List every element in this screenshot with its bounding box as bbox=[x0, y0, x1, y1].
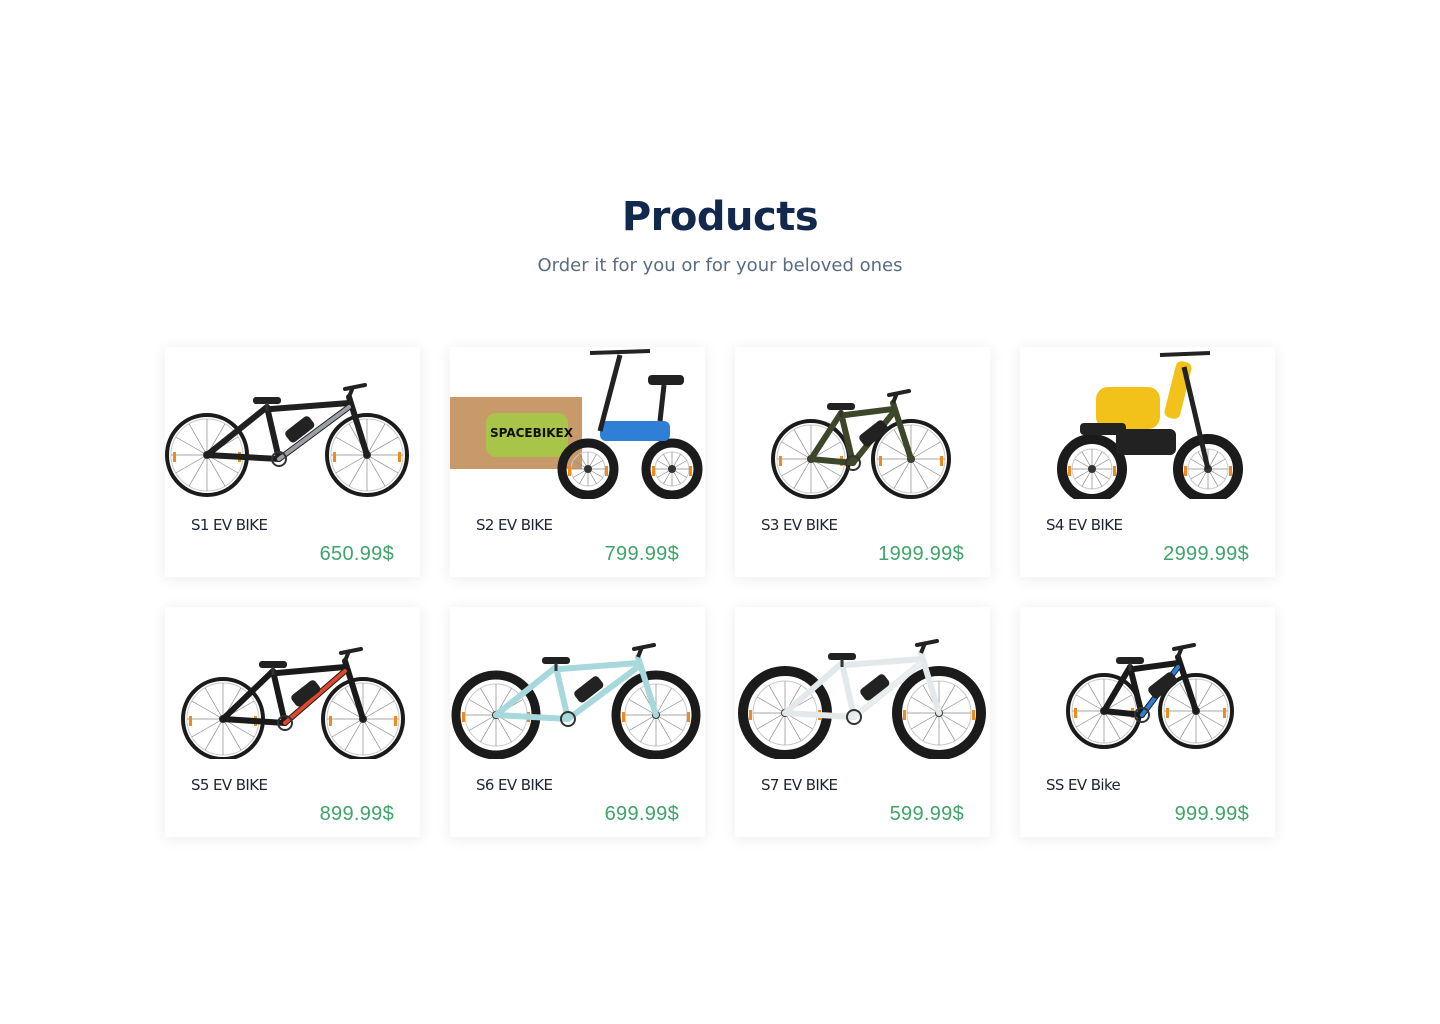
product-image[interactable] bbox=[450, 607, 705, 759]
product-name: S2 EV BIKE bbox=[476, 516, 553, 534]
product-card[interactable]: S1 EV BIKE 650.99$ bbox=[165, 347, 420, 577]
product-name: S7 EV BIKE bbox=[761, 776, 838, 794]
product-card[interactable]: S4 EV BIKE 2999.99$ bbox=[1020, 347, 1275, 577]
product-image[interactable] bbox=[1020, 607, 1275, 759]
section-subtitle: Order it for you or for your beloved one… bbox=[537, 255, 903, 276]
product-image[interactable] bbox=[1020, 347, 1275, 499]
ev-mountain-bike-silver-icon bbox=[165, 347, 420, 499]
product-image[interactable] bbox=[735, 347, 990, 499]
product-name: S6 EV BIKE bbox=[476, 776, 553, 794]
product-card[interactable]: S5 EV BIKE 899.99$ bbox=[165, 607, 420, 837]
ev-fat-tire-bike-white-icon bbox=[735, 607, 990, 759]
product-name: S5 EV BIKE bbox=[191, 776, 268, 794]
product-name: SS EV Bike bbox=[1046, 776, 1121, 794]
product-price: 799.99$ bbox=[604, 543, 679, 565]
product-price: 650.99$ bbox=[319, 543, 394, 565]
section-title: Products bbox=[621, 194, 819, 240]
product-card[interactable]: S6 EV BIKE 699.99$ bbox=[450, 607, 705, 837]
product-price: 999.99$ bbox=[1174, 803, 1249, 825]
ev-mountain-bike-black-icon bbox=[1020, 607, 1275, 759]
product-grid: S1 EV BIKE 650.99$ SPACEBIKEX S2 EV BIKE… bbox=[165, 347, 1277, 837]
product-image[interactable] bbox=[165, 607, 420, 759]
product-card[interactable]: S3 EV BIKE 1999.99$ bbox=[735, 347, 990, 577]
ev-folding-bike-green-icon bbox=[735, 347, 990, 499]
ev-mountain-bike-red-icon bbox=[165, 607, 420, 759]
ev-moped-yellow-icon bbox=[1020, 347, 1275, 499]
product-card[interactable]: SS EV Bike 999.99$ bbox=[1020, 607, 1275, 837]
product-card[interactable]: SPACEBIKEX S2 EV BIKE 799.99$ bbox=[450, 347, 705, 577]
product-image[interactable] bbox=[735, 607, 990, 759]
product-price: 699.99$ bbox=[604, 803, 679, 825]
product-card[interactable]: S7 EV BIKE 599.99$ bbox=[735, 607, 990, 837]
product-price: 2999.99$ bbox=[1163, 543, 1249, 565]
product-name: S4 EV BIKE bbox=[1046, 516, 1123, 534]
product-name: S1 EV BIKE bbox=[191, 516, 268, 534]
product-name: S3 EV BIKE bbox=[761, 516, 838, 534]
product-price: 1999.99$ bbox=[878, 543, 964, 565]
ev-scooter-with-box-blue-icon: SPACEBIKEX bbox=[450, 347, 705, 499]
box-label: SPACEBIKEX bbox=[490, 426, 574, 440]
ev-cruiser-bike-lightblue-icon bbox=[450, 607, 705, 759]
product-image[interactable]: SPACEBIKEX bbox=[450, 347, 705, 499]
product-image[interactable] bbox=[165, 347, 420, 499]
product-price: 599.99$ bbox=[889, 803, 964, 825]
product-price: 899.99$ bbox=[319, 803, 394, 825]
